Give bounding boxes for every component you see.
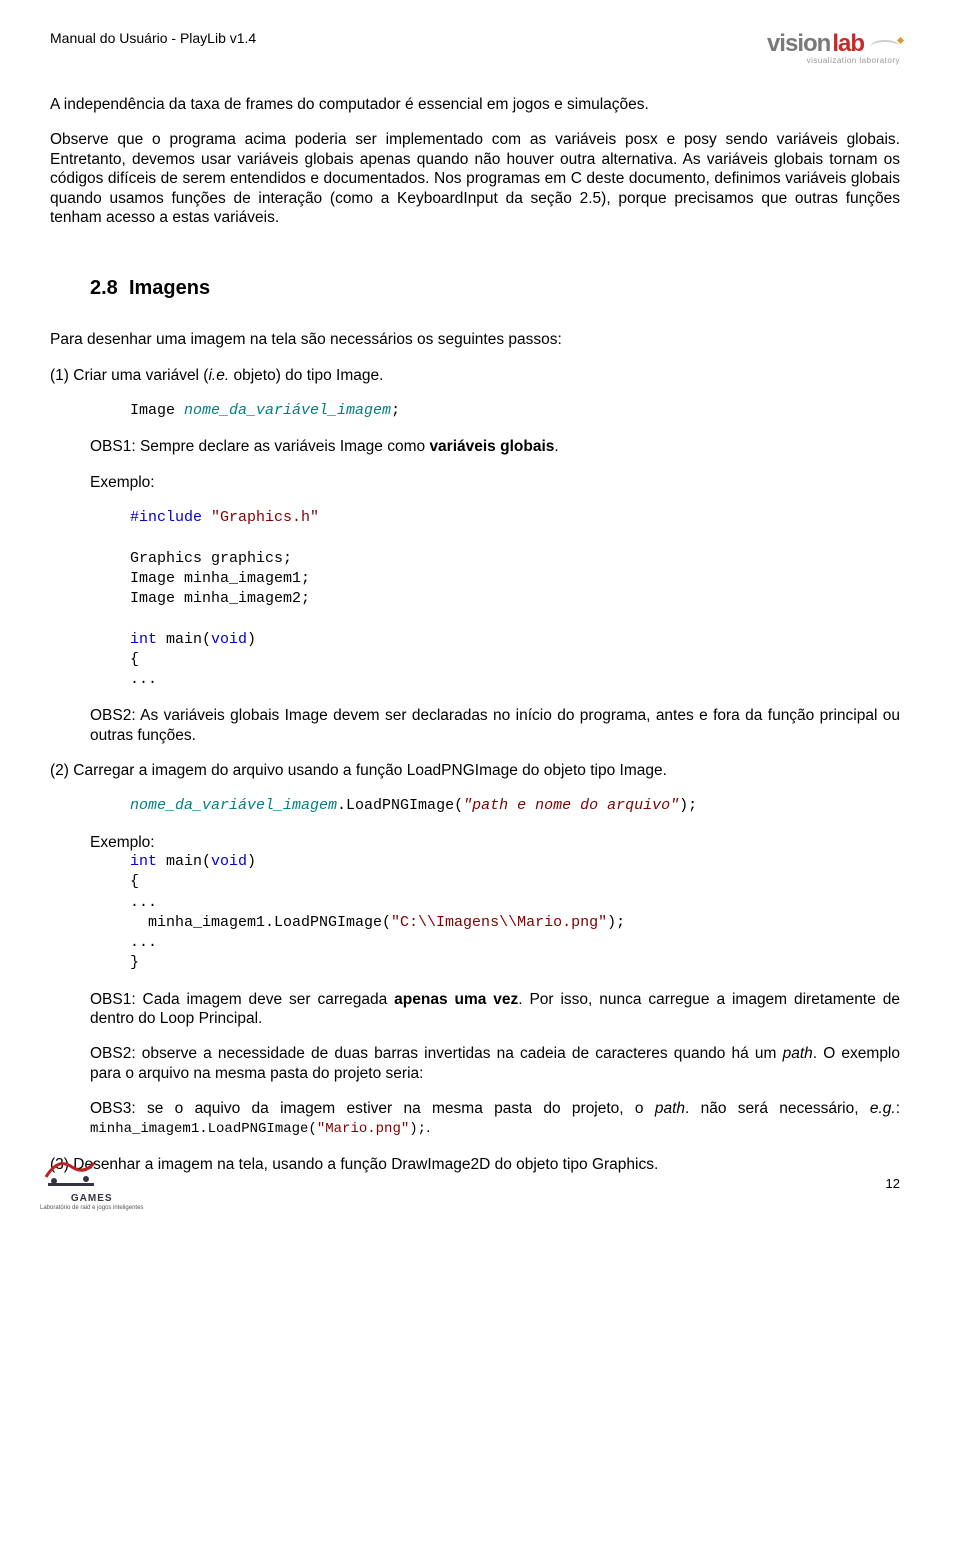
text: path — [655, 1100, 685, 1117]
text: variáveis globais — [429, 438, 554, 455]
footer-logo-text: GAMES — [40, 1193, 143, 1204]
page-header: Manual do Usuário - PlayLib v1.4 visionl… — [50, 30, 900, 65]
code: } — [130, 954, 139, 971]
example-label: Exemplo: — [90, 473, 900, 492]
obs-note: OBS2: As variáveis globais Image devem s… — [90, 706, 900, 745]
text: e.g. — [870, 1100, 896, 1117]
text: OBS3: se o aquivo da imagem estiver na m… — [90, 1100, 655, 1117]
code: nome_da_variável_imagem — [184, 402, 391, 419]
obs-note: OBS3: se o aquivo da imagem estiver na m… — [90, 1099, 900, 1139]
text: OBS2: observe a necessidade de duas barr… — [90, 1045, 783, 1062]
code: { — [130, 873, 139, 890]
code: "Graphics.h" — [202, 509, 319, 526]
header-title: Manual do Usuário - PlayLib v1.4 — [50, 30, 256, 46]
code: ; — [391, 402, 400, 419]
games-logo-icon — [40, 1153, 102, 1193]
code: main( — [157, 631, 211, 648]
code: ); — [409, 1121, 426, 1137]
code: nome_da_variável_imagem — [130, 797, 337, 814]
text: . — [426, 1119, 430, 1136]
text: (1) Criar uma variável ( — [50, 367, 208, 384]
code: void — [211, 853, 247, 870]
code-block: #include "Graphics.h" Graphics graphics;… — [130, 508, 900, 690]
section-title: Imagens — [129, 277, 210, 299]
logo-main: visionlab — [767, 30, 900, 58]
logo-swoosh-icon — [870, 40, 900, 54]
obs-note: OBS1: Cada imagem deve ser carregada ape… — [90, 990, 900, 1029]
code: Graphics graphics; — [130, 550, 292, 567]
code: minha_imagem1.LoadPNGImage( — [90, 1121, 317, 1137]
code: void — [211, 631, 247, 648]
obs-note: OBS2: observe a necessidade de duas barr… — [90, 1044, 900, 1083]
code: "C:\\Imagens\\Mario.png" — [391, 914, 607, 931]
code: ); — [607, 914, 625, 931]
page-number: 12 — [886, 1176, 900, 1191]
code: { — [130, 651, 139, 668]
logo-subtitle: visualization laboratory — [807, 56, 900, 65]
text: apenas uma vez — [394, 991, 518, 1008]
code: ... — [130, 671, 157, 688]
code: ); — [679, 797, 697, 814]
code: Image — [130, 402, 184, 419]
text: . — [554, 438, 558, 455]
code: int — [130, 631, 157, 648]
code: "path e nome do arquivo" — [463, 797, 679, 814]
step-2: (2) Carregar a imagem do arquivo usando … — [50, 761, 900, 780]
text: i.e. — [208, 367, 229, 384]
text: : — [896, 1100, 900, 1117]
example-label: Exemplo: — [90, 833, 900, 852]
code: ... — [130, 934, 157, 951]
section-heading: 2.8 Imagens — [90, 277, 900, 300]
code: int — [130, 853, 157, 870]
code: "Mario.png" — [317, 1121, 409, 1137]
code: main( — [157, 853, 211, 870]
footer-logo: GAMES Laboratório de raid e jogos inteli… — [40, 1153, 143, 1211]
code: ) — [247, 631, 256, 648]
obs-note: OBS1: Sempre declare as variáveis Image … — [90, 437, 900, 456]
text: objeto) do tipo Image. — [229, 367, 383, 384]
code: .LoadPNGImage( — [337, 797, 463, 814]
paragraph: A independência da taxa de frames do com… — [50, 95, 900, 114]
code: ... — [130, 894, 157, 911]
text: . não será necessário, — [685, 1100, 870, 1117]
section-number: 2.8 — [90, 277, 118, 299]
code: minha_imagem1.LoadPNGImage( — [130, 914, 391, 931]
step-1: (1) Criar uma variável (i.e. objeto) do … — [50, 366, 900, 385]
step-3: (3) Desenhar a imagem na tela, usando a … — [50, 1155, 900, 1174]
code-block: int main(void) { ... minha_imagem1.LoadP… — [130, 852, 900, 974]
code-block: Image nome_da_variável_imagem; — [130, 401, 900, 421]
code: Image minha_imagem1; — [130, 570, 310, 587]
code: Image minha_imagem2; — [130, 590, 310, 607]
logo-text-lab: lab — [832, 30, 864, 58]
footer-logo-sub: Laboratório de raid e jogos inteligentes — [40, 1205, 143, 1211]
text: OBS1: Cada imagem deve ser carregada — [90, 991, 394, 1008]
text: OBS1: Sempre declare as variáveis Image … — [90, 438, 429, 455]
code: ) — [247, 853, 256, 870]
code: #include — [130, 509, 202, 526]
paragraph: Para desenhar uma imagem na tela são nec… — [50, 330, 900, 349]
logo-text-vision: vision — [767, 30, 830, 58]
paragraph: Observe que o programa acima poderia ser… — [50, 130, 900, 227]
brand-logo: visionlab visualization laboratory — [767, 30, 900, 65]
code-block: nome_da_variável_imagem.LoadPNGImage("pa… — [130, 796, 900, 816]
text: path — [783, 1045, 813, 1062]
page: Manual do Usuário - PlayLib v1.4 visionl… — [0, 0, 960, 1221]
